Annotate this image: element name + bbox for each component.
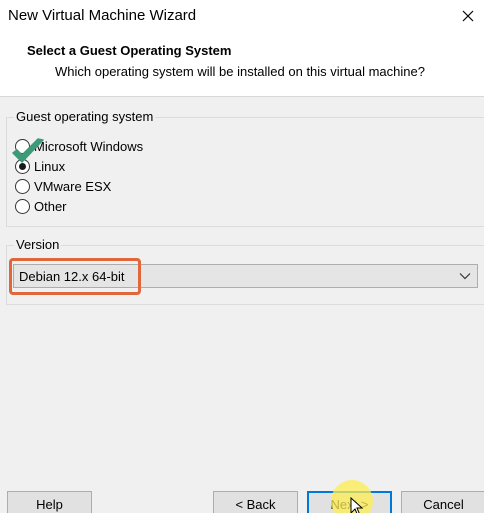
close-button[interactable] [452, 0, 484, 32]
radio-label: VMware ESX [34, 178, 112, 194]
radio-button[interactable] [15, 178, 30, 194]
window-title: New Virtual Machine Wizard [8, 7, 197, 24]
guest-os-legend: Guest operating system [14, 109, 156, 124]
version-highlight-box [9, 258, 141, 295]
chevron-down-icon [459, 273, 471, 280]
close-icon [462, 10, 474, 22]
cancel-button[interactable]: Cancel [401, 491, 484, 513]
mouse-pointer-icon [350, 497, 364, 513]
wizard-header: Select a Guest Operating System Which op… [0, 32, 484, 97]
help-button[interactable]: Help [7, 491, 92, 513]
radio-other[interactable]: Other [15, 197, 67, 215]
radio-vmware-esx[interactable]: VMware ESX [15, 177, 111, 195]
back-button[interactable]: < Back [213, 491, 298, 513]
radio-label: Microsoft Windows [34, 138, 144, 154]
version-legend: Version [14, 237, 62, 252]
page-subtitle: Which operating system will be installed… [55, 64, 425, 79]
title-bar: New Virtual Machine Wizard [0, 0, 484, 32]
radio-label: Other [34, 198, 67, 214]
radio-button[interactable] [15, 198, 30, 214]
guest-os-group [6, 117, 484, 227]
page-title: Select a Guest Operating System [27, 43, 232, 58]
checkmark-icon [12, 138, 44, 163]
